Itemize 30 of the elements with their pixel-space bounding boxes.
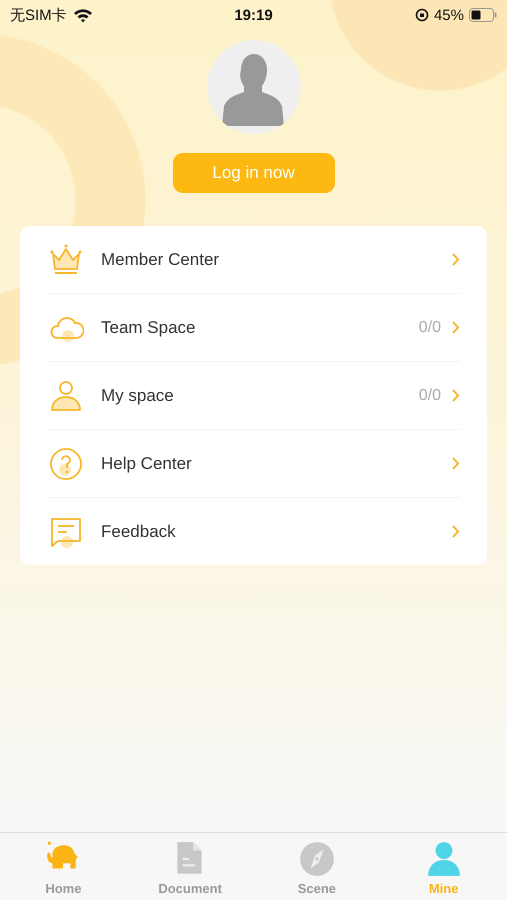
chevron-icon <box>451 320 460 335</box>
menu-label: Team Space <box>101 318 196 338</box>
tab-label: Document <box>158 881 222 896</box>
battery-icon <box>469 8 497 22</box>
chevron-icon <box>451 524 460 539</box>
avatar-icon <box>206 40 300 134</box>
menu-item[interactable]: Feedback <box>48 498 460 565</box>
menu-item[interactable]: Team Space 0/0 <box>48 294 460 362</box>
wifi-icon <box>72 8 93 22</box>
menu-label: Help Center <box>101 454 193 474</box>
menu-label: My space <box>101 386 175 406</box>
compass-icon <box>298 840 336 878</box>
chevron-icon <box>451 388 460 403</box>
chevron-icon <box>451 456 460 471</box>
carrier-label: 无SIM卡 <box>10 6 67 24</box>
question-mark-icon <box>48 446 84 482</box>
count-label: 0/0 <box>418 386 441 404</box>
menu-item[interactable]: My space 0/0 <box>48 362 460 430</box>
chevron-icon <box>451 252 460 267</box>
rotation-lock-icon <box>414 8 429 22</box>
tab-label: Scene <box>298 881 336 896</box>
menu-label: Feedback <box>101 522 177 542</box>
clock-time: 19:19 <box>234 6 273 24</box>
menu-item[interactable]: Member Center <box>48 226 460 294</box>
tab-label: Mine <box>428 881 458 896</box>
menu-item[interactable]: Help Center <box>48 430 460 498</box>
count-label: 0/0 <box>418 318 441 336</box>
tab-label: Home <box>45 881 82 896</box>
battery-percentage: 45% <box>434 6 464 24</box>
menu-label: Member Center <box>101 250 220 270</box>
